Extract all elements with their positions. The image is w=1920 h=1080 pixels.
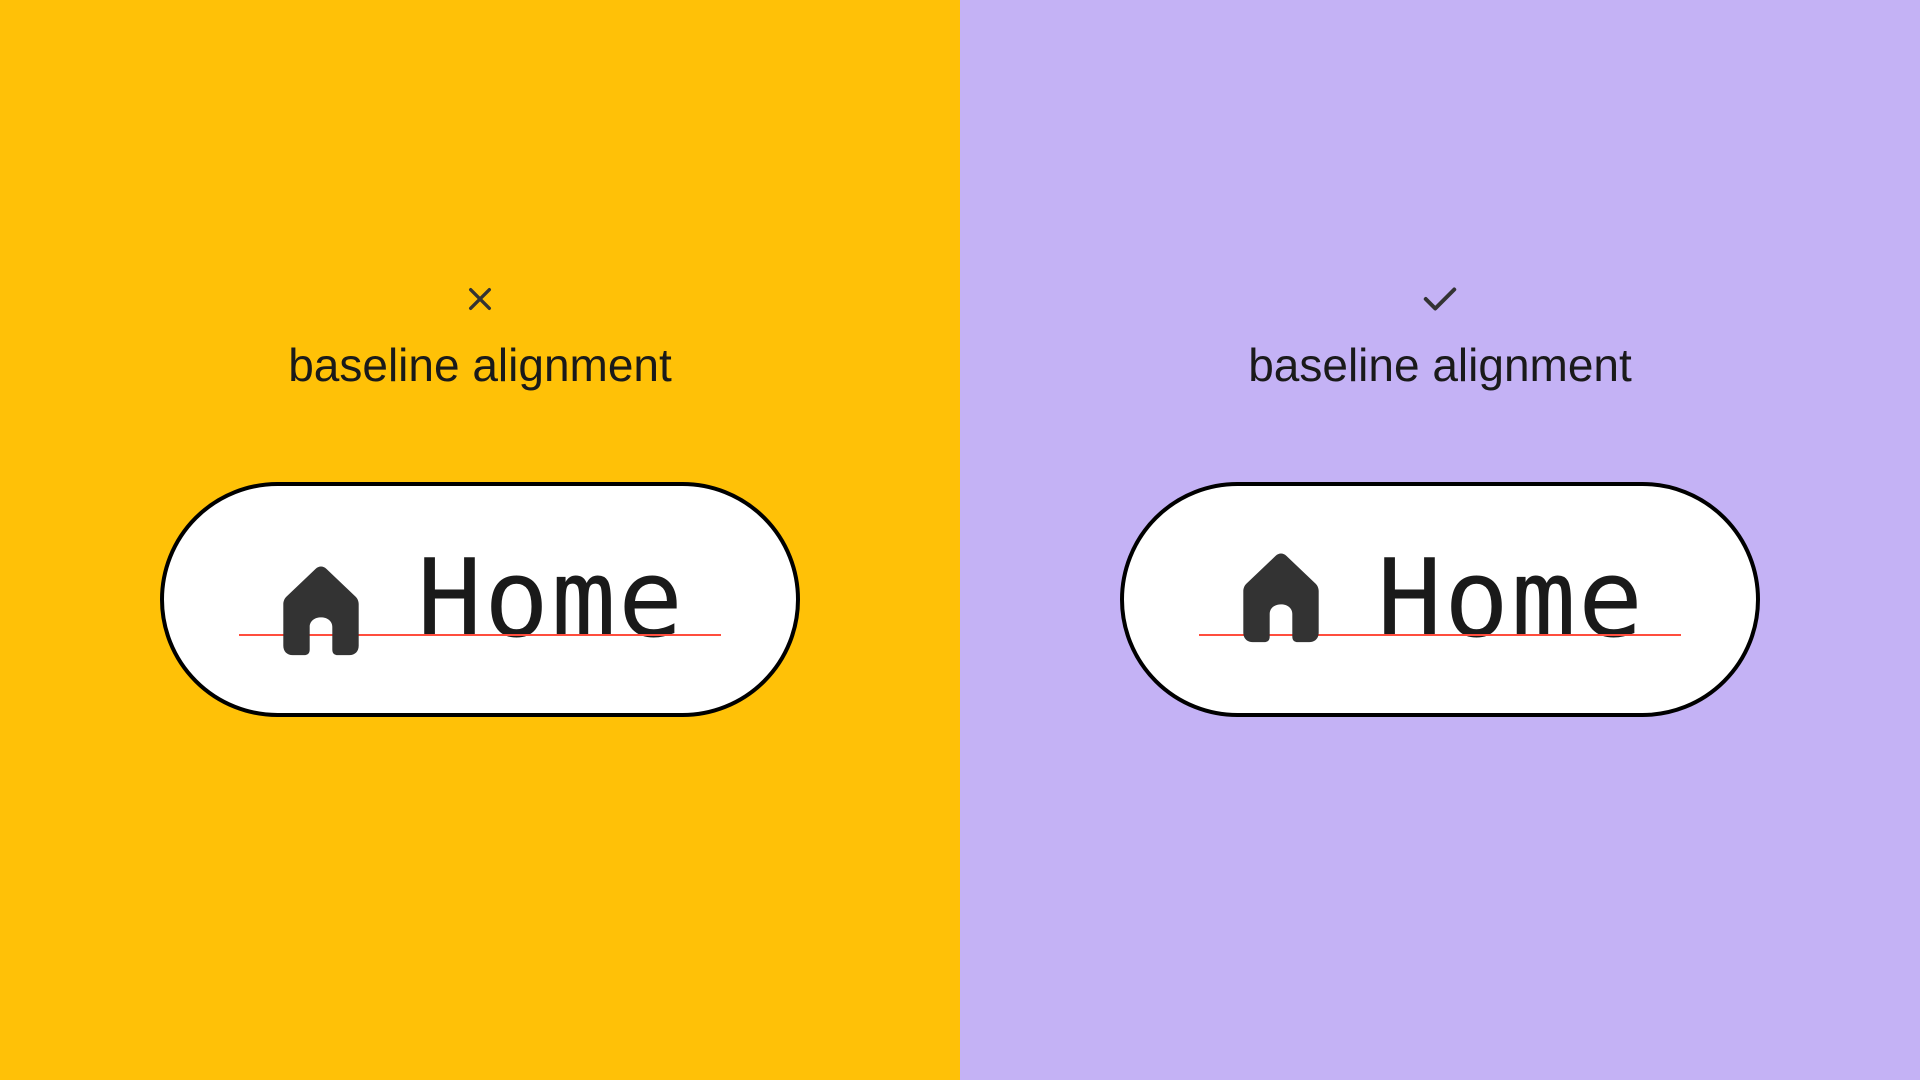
home-icon — [1235, 546, 1327, 644]
x-icon — [464, 283, 496, 320]
check-icon — [1421, 283, 1459, 320]
incorrect-content-group: baseline alignment Home — [160, 283, 800, 717]
correct-button-label: Home — [1377, 546, 1645, 654]
incorrect-heading: baseline alignment — [288, 338, 672, 392]
correct-heading: baseline alignment — [1248, 338, 1632, 392]
correct-example-panel: baseline alignment Home — [960, 0, 1920, 1080]
correct-content-group: baseline alignment Home — [1120, 283, 1760, 717]
home-icon — [275, 559, 367, 657]
correct-home-button[interactable]: Home — [1120, 482, 1760, 717]
incorrect-button-label: Home — [417, 546, 685, 654]
incorrect-home-button[interactable]: Home — [160, 482, 800, 717]
incorrect-example-panel: baseline alignment Home — [0, 0, 960, 1080]
